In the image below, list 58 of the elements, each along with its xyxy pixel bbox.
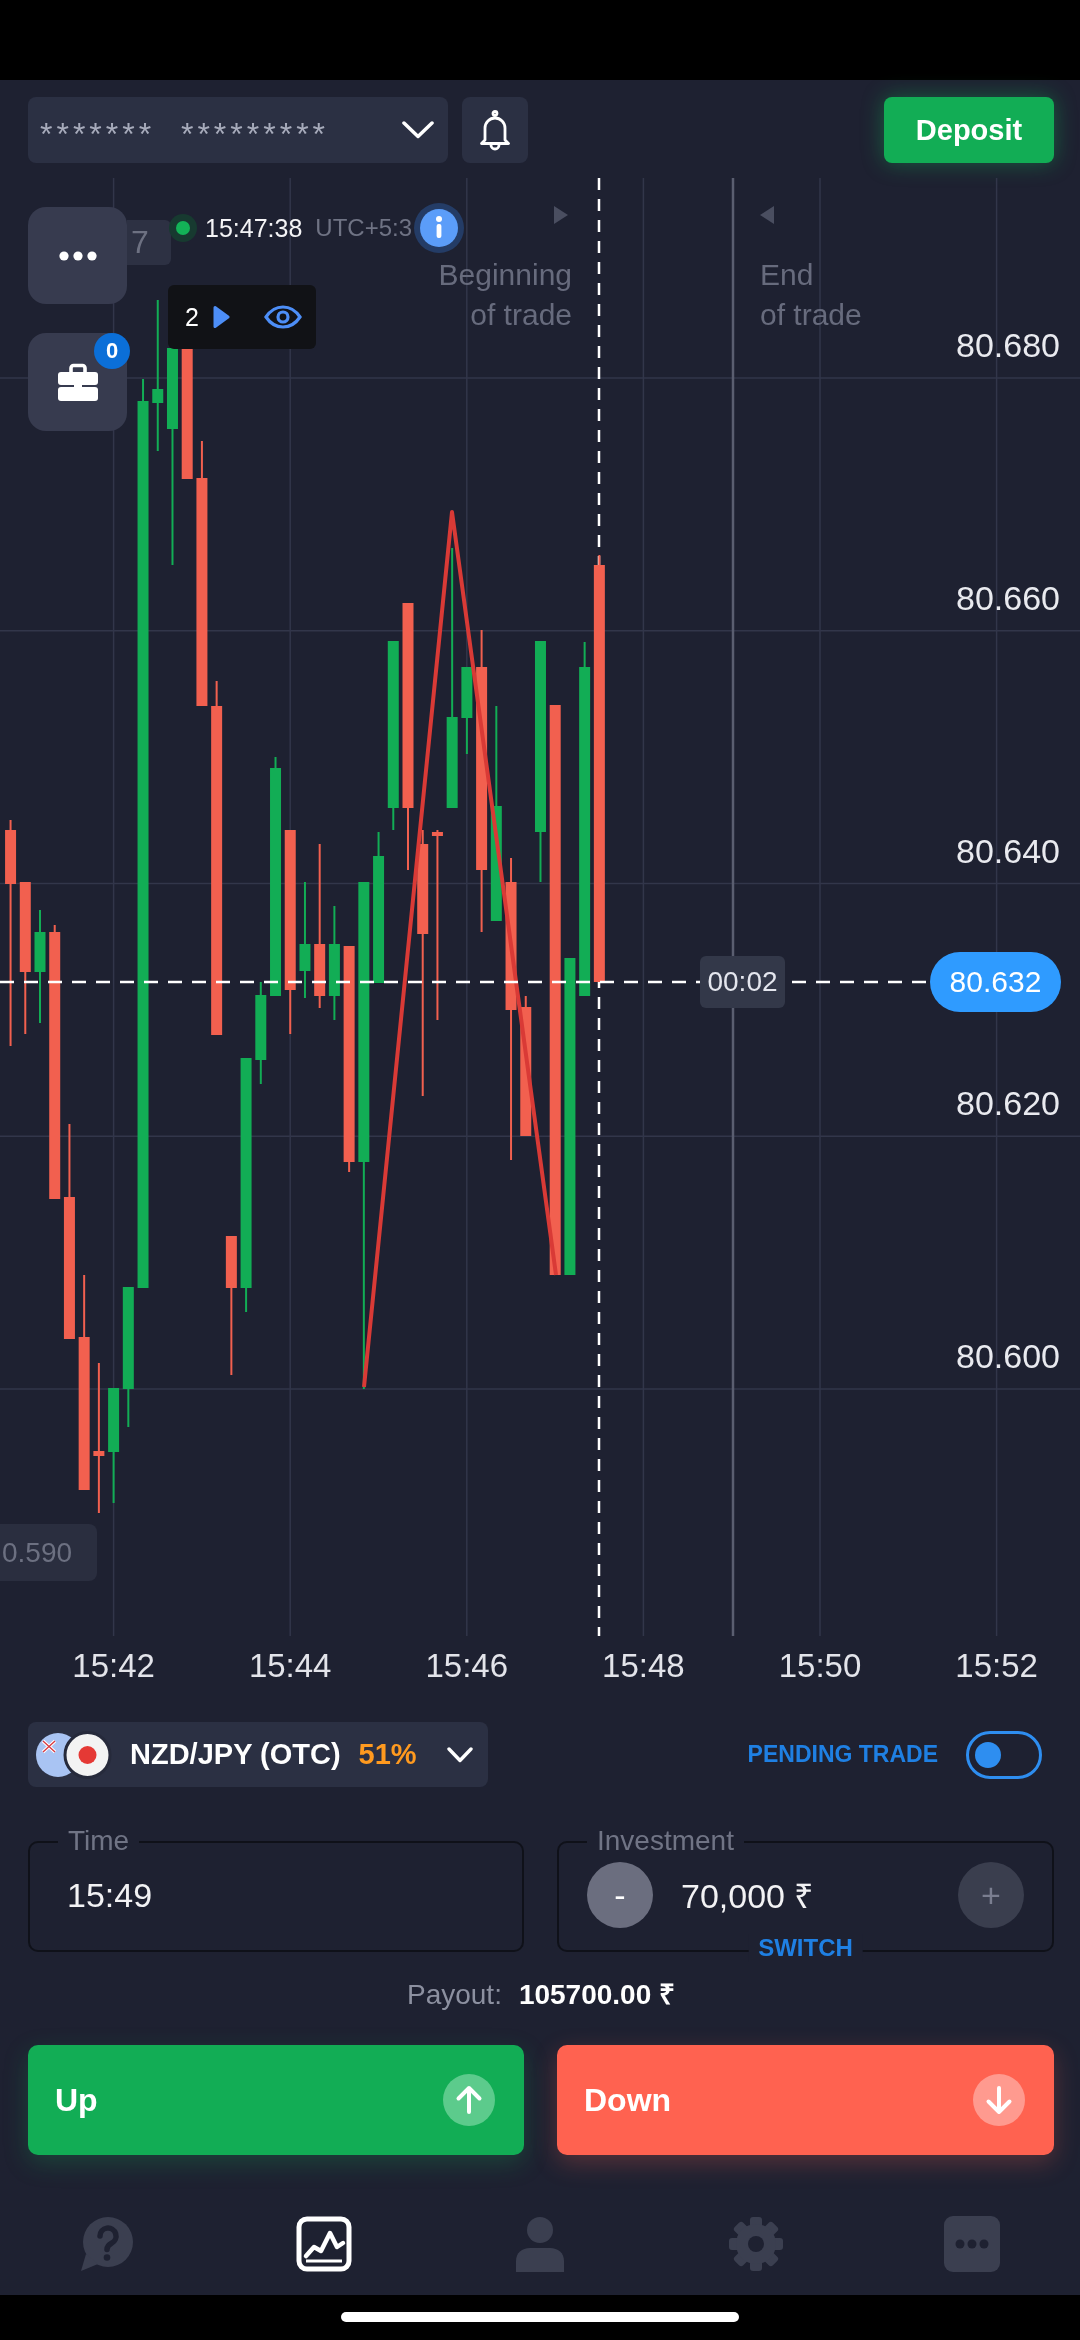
triangle-right-icon (554, 206, 568, 224)
info-icon[interactable] (414, 203, 465, 253)
price-tick: 80.660 (956, 577, 1060, 618)
profile-icon (516, 2216, 564, 2272)
time-tick: 15:52 (954, 1646, 1039, 1686)
investment-value: 70,000 ₹ (681, 1876, 814, 1917)
countdown-label: 00:02 (700, 956, 785, 1008)
more-icon (944, 2216, 1000, 2272)
status-dot-icon (169, 214, 197, 242)
number-tab[interactable]: 7 (127, 220, 171, 265)
price-tick: 80.680 (956, 325, 1060, 365)
increase-button[interactable]: + (958, 1862, 1024, 1928)
trade-count: 2 (185, 302, 199, 332)
time-value: 15:49 (67, 1875, 153, 1915)
trade-start-label: Beginning of trade (438, 257, 572, 333)
price-tick: 80.640 (956, 830, 1060, 871)
time-tick: 15:50 (777, 1646, 863, 1686)
time-tick: 15:46 (424, 1646, 510, 1686)
flag-pair-icon (36, 1730, 112, 1779)
pending-trade-label: PENDING TRADE (747, 1741, 938, 1768)
timezone-label: UTC+5:3 (315, 214, 413, 242)
triangle-left-icon (760, 206, 774, 224)
notifications-button[interactable] (462, 97, 528, 163)
play-icon[interactable] (212, 305, 230, 329)
time-tick: 15:48 (601, 1646, 686, 1686)
time-tick: 15:44 (247, 1646, 333, 1686)
arrow-up-icon (443, 2074, 495, 2126)
account-dropdown[interactable]: ******* ********* (28, 97, 448, 163)
chart-icon (296, 2216, 352, 2272)
more-icon (58, 250, 97, 261)
arrow-down-icon (973, 2074, 1025, 2126)
current-price-label: 80.632 (930, 952, 1061, 1012)
time-field[interactable]: Time 15:49 (28, 1826, 524, 1948)
up-button[interactable]: Up (28, 2045, 524, 2155)
clock-time: 15:47:38 (205, 213, 303, 243)
count-badge: 0 (94, 333, 130, 369)
trade-end-label: End of trade (760, 257, 862, 333)
settings-icon (728, 2216, 784, 2272)
chevron-down-icon (446, 1746, 473, 1763)
price-tick: 80.600 (956, 1336, 1060, 1376)
deposit-button[interactable]: Deposit (884, 97, 1054, 163)
time-tick: 15:42 (71, 1646, 156, 1686)
price-tick: 80.620 (956, 1083, 1060, 1124)
menu-button[interactable] (28, 207, 127, 304)
pending-trade-toggle[interactable] (966, 1730, 1042, 1779)
payout-label: Payout: (406, 1978, 502, 2012)
asset-selector[interactable]: NZD/JPY (OTC) 51% (28, 1722, 488, 1787)
eye-icon[interactable] (264, 305, 302, 329)
payout-value: 105700.00 ₹ (518, 1978, 676, 2012)
briefcase-icon (57, 363, 98, 401)
bell-icon (479, 109, 511, 151)
decrease-button[interactable]: - (587, 1862, 653, 1928)
investment-field[interactable]: Investment - 70,000 ₹ + SWITCH (557, 1826, 1054, 1962)
help-icon (81, 2216, 135, 2272)
down-button[interactable]: Down (557, 2045, 1054, 2155)
chevron-down-icon (402, 121, 434, 139)
briefcase-button[interactable]: 0 (28, 333, 127, 431)
price-label: 0.590 (0, 1524, 97, 1581)
